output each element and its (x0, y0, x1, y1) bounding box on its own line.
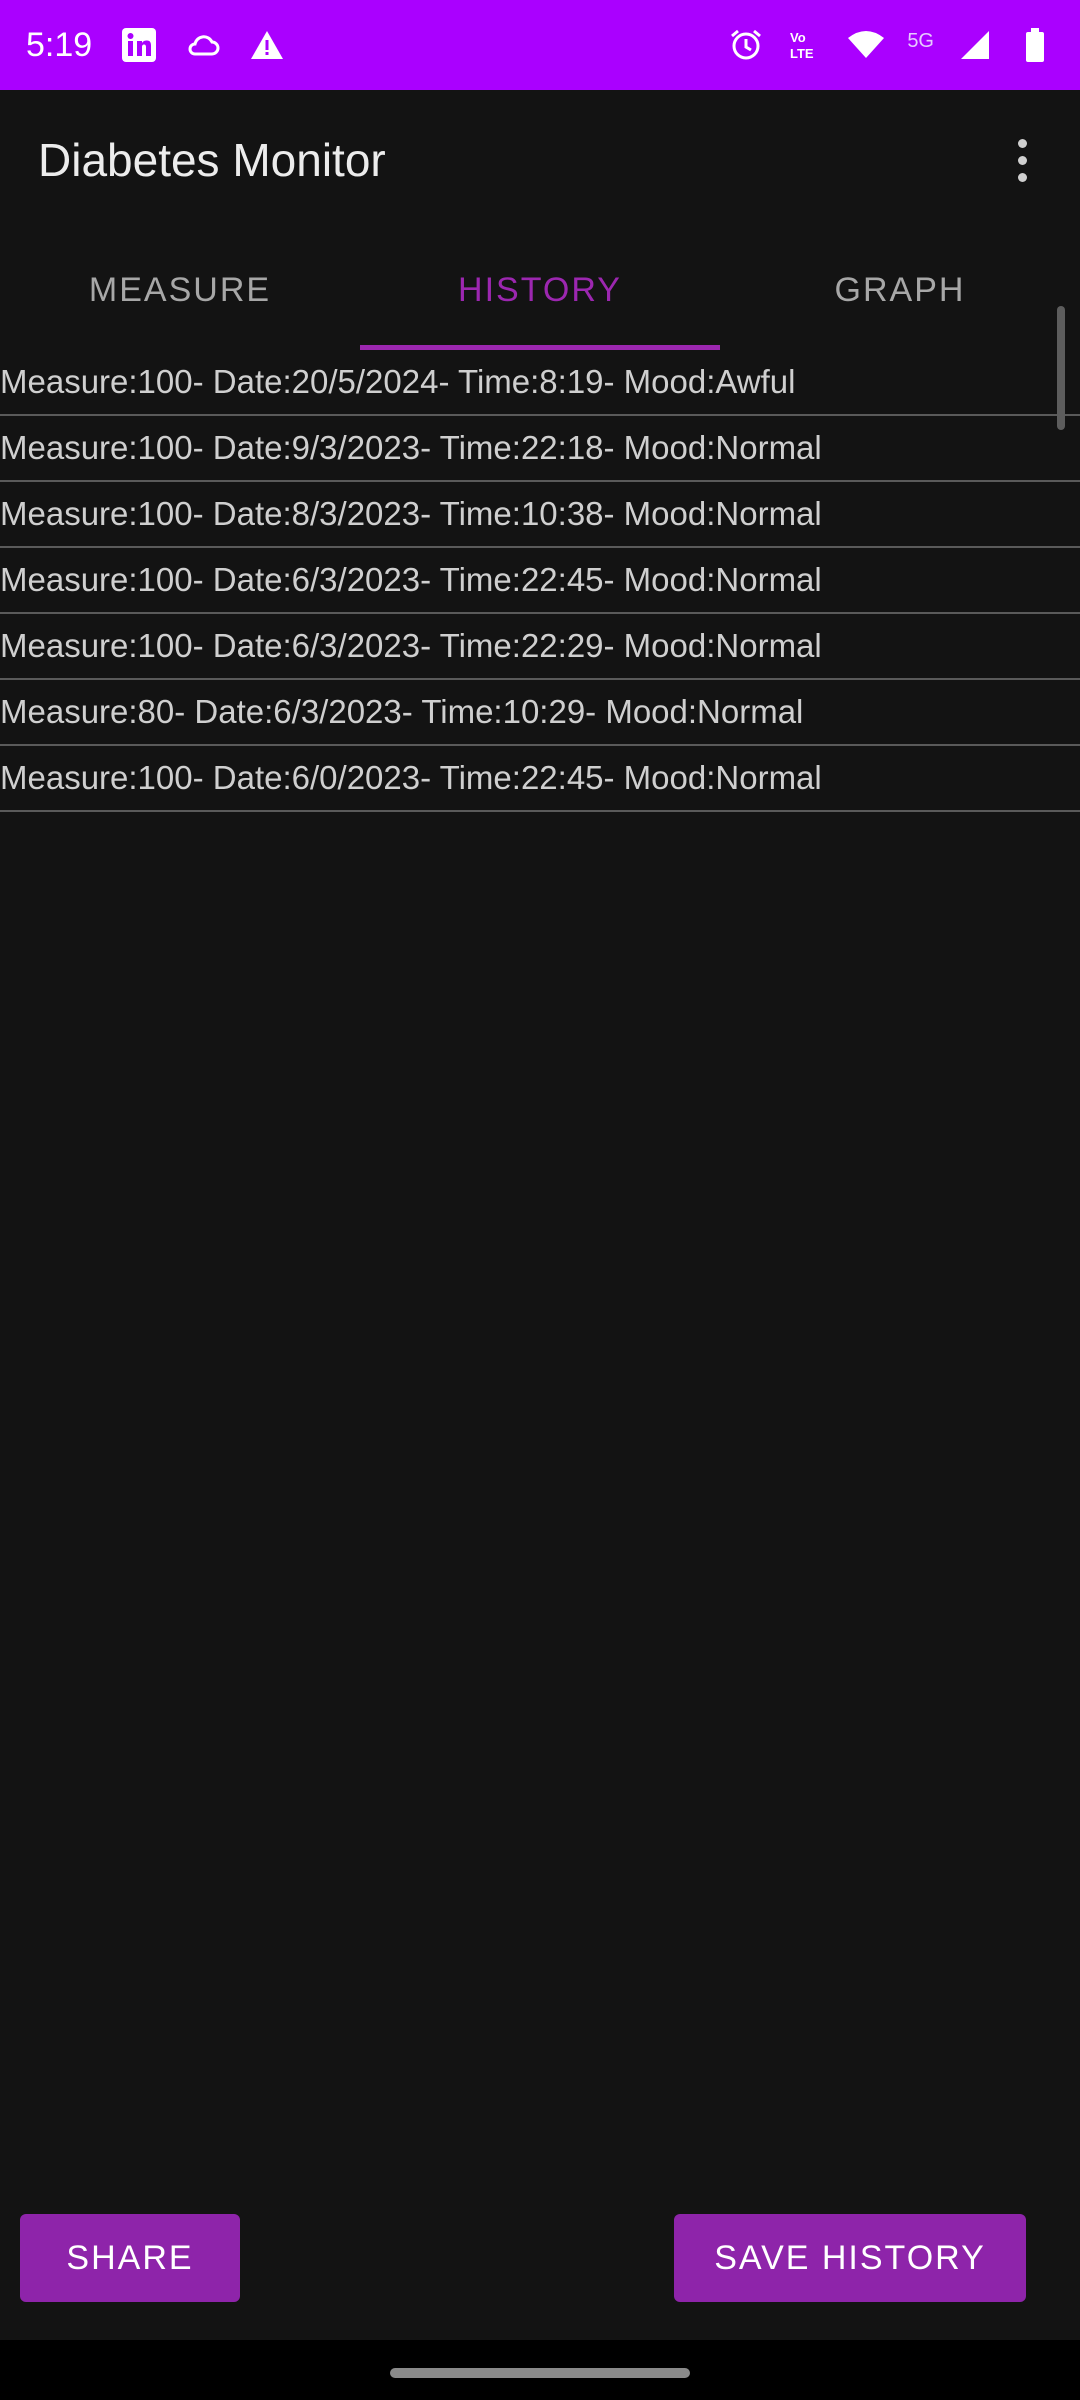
list-item[interactable]: Measure:100- Date:8/3/2023- Time:10:38- … (0, 482, 1080, 548)
wifi-icon (847, 26, 885, 64)
tab-history[interactable]: HISTORY (360, 230, 720, 350)
history-list: Measure:100- Date:20/5/2024- Time:8:19- … (0, 350, 1080, 812)
list-item[interactable]: Measure:100- Date:20/5/2024- Time:8:19- … (0, 350, 1080, 416)
scrollbar-thumb[interactable] (1057, 306, 1065, 430)
cloud-icon (184, 26, 222, 64)
volte-icon: Vo LTE (787, 26, 825, 64)
navigation-bar (0, 2340, 1080, 2400)
more-vert-icon[interactable] (1002, 130, 1042, 190)
status-time: 5:19 (26, 25, 93, 64)
save-history-button[interactable]: SAVE HISTORY (674, 2214, 1026, 2302)
share-button[interactable]: SHARE (20, 2214, 240, 2302)
status-bar: 5:19 Vo LTE 5G (0, 0, 1080, 90)
svg-text:Vo: Vo (790, 30, 806, 45)
linkedin-icon (120, 26, 158, 64)
tab-graph[interactable]: GRAPH (720, 230, 1080, 350)
svg-text:LTE: LTE (790, 46, 814, 61)
list-item[interactable]: Measure:80- Date:6/3/2023- Time:10:29- M… (0, 680, 1080, 746)
tab-measure[interactable]: MEASURE (0, 230, 360, 350)
battery-icon (1016, 26, 1054, 64)
network-type-label: 5G (907, 30, 934, 52)
list-item[interactable]: Measure:100- Date:9/3/2023- Time:22:18- … (0, 416, 1080, 482)
list-item[interactable]: Measure:100- Date:6/0/2023- Time:22:45- … (0, 746, 1080, 812)
home-gesture-handle[interactable] (390, 2368, 690, 2378)
tab-bar: MEASURE HISTORY GRAPH (0, 230, 1080, 350)
list-item[interactable]: Measure:100- Date:6/3/2023- Time:22:29- … (0, 614, 1080, 680)
app-bar: Diabetes Monitor (0, 90, 1080, 230)
warning-icon (248, 26, 286, 64)
alarm-icon (727, 26, 765, 64)
list-item[interactable]: Measure:100- Date:6/3/2023- Time:22:45- … (0, 548, 1080, 614)
signal-icon (956, 26, 994, 64)
app-title: Diabetes Monitor (38, 134, 386, 186)
